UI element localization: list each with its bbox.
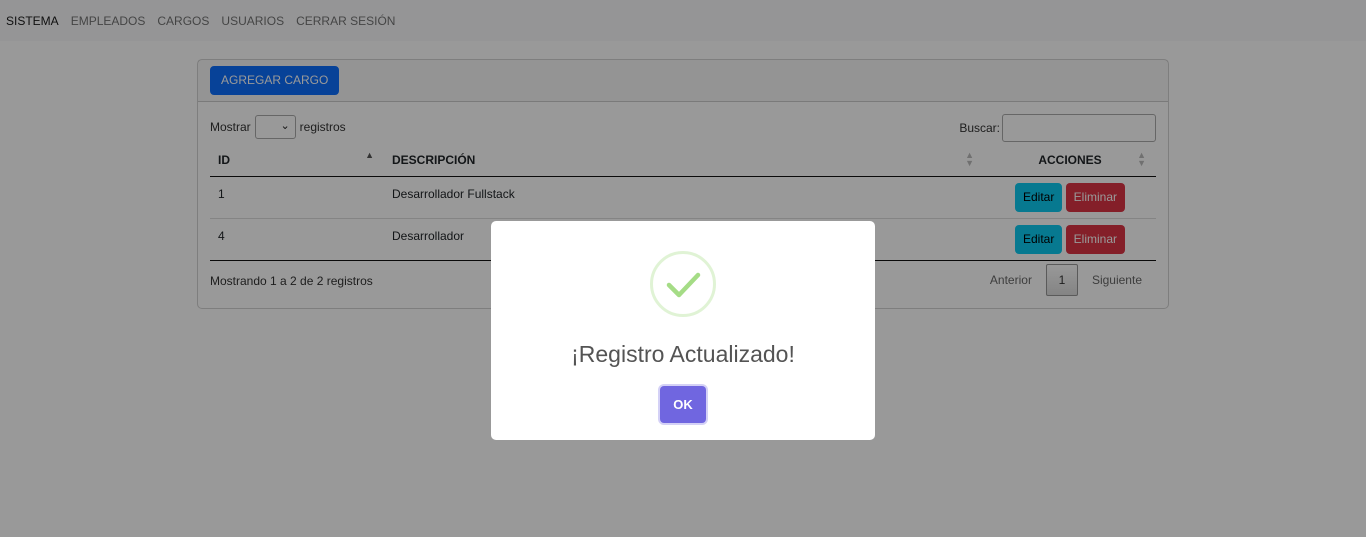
success-modal: ¡Registro Actualizado! OK [491,221,875,440]
ok-button[interactable]: OK [660,386,706,423]
modal-title: ¡Registro Actualizado! [571,341,795,367]
success-check-icon [650,251,716,317]
